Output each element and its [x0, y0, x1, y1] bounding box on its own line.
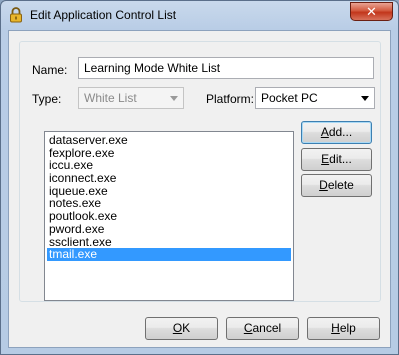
edit-accel: E	[321, 152, 330, 166]
platform-label: Platform:	[206, 92, 255, 106]
list-item[interactable]: tmail.exe	[47, 248, 291, 261]
type-select[interactable]: White List	[78, 87, 184, 109]
list-item[interactable]: pword.exe	[47, 223, 291, 236]
dialog-title: Edit Application Control List	[30, 8, 177, 22]
help-label: elp	[339, 321, 356, 335]
lock-icon	[10, 7, 22, 23]
edit-label: dit...	[329, 152, 352, 166]
list-item[interactable]: dataserver.exe	[47, 134, 291, 147]
title-bar[interactable]: Edit Application Control List ✕	[1, 1, 398, 29]
help-accel: H	[331, 321, 340, 335]
group-box: Name: Learning Mode White List Type: Whi…	[19, 41, 381, 302]
ok-accel: O	[172, 321, 183, 335]
list-item[interactable]: iconnect.exe	[47, 172, 291, 185]
name-label: Name:	[32, 63, 68, 77]
type-select-value: White List	[84, 91, 137, 105]
chevron-down-icon	[361, 96, 369, 101]
type-label: Type:	[32, 92, 62, 106]
list-item[interactable]: poutlook.exe	[47, 210, 291, 223]
chevron-down-icon	[170, 96, 178, 101]
edit-button[interactable]: Edit...	[301, 148, 372, 171]
dialog-window: Edit Application Control List ✕ Name: Le…	[0, 0, 399, 355]
add-label: dd...	[328, 125, 353, 139]
delete-accel: D	[319, 178, 328, 192]
close-button[interactable]: ✕	[350, 2, 393, 21]
name-input[interactable]: Learning Mode White List	[78, 57, 374, 79]
platform-select[interactable]: Pocket PC	[255, 87, 375, 109]
add-button[interactable]: Add...	[301, 121, 372, 144]
close-icon: ✕	[366, 4, 377, 19]
platform-select-value: Pocket PC	[261, 91, 318, 105]
delete-label: elete	[327, 178, 354, 192]
delete-button[interactable]: Delete	[301, 174, 372, 197]
ok-button[interactable]: OK	[145, 317, 218, 340]
add-accel: A	[320, 125, 329, 139]
application-listbox[interactable]: dataserver.exe fexplore.exe iccu.exe iconne…	[44, 131, 294, 301]
dialog-client-area: Name: Learning Mode White List Type: Whi…	[8, 30, 391, 348]
ok-label: K	[182, 321, 191, 335]
cancel-button[interactable]: Cancel	[226, 317, 299, 340]
help-button[interactable]: Help	[307, 317, 380, 340]
cancel-label: ancel	[252, 321, 282, 335]
